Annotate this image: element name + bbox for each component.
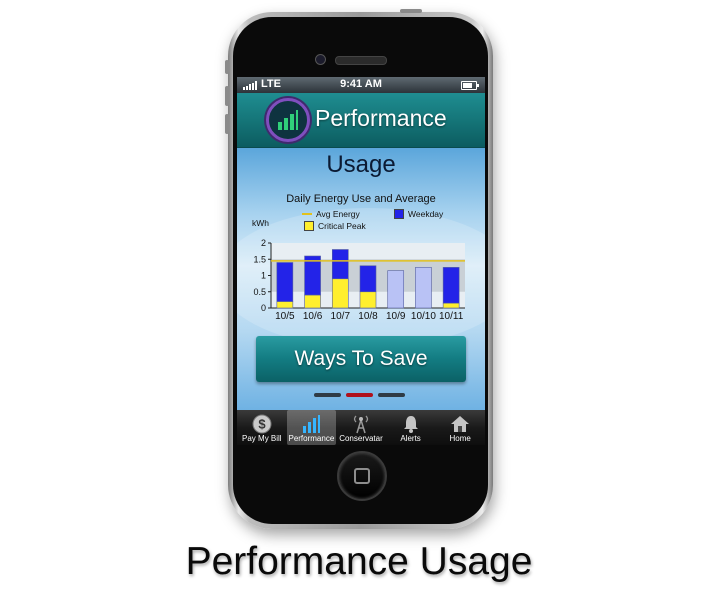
bar-segment	[304, 255, 321, 296]
bar-segment	[331, 278, 349, 309]
home-button-square-icon	[354, 468, 370, 484]
bar-segment	[359, 265, 377, 293]
dollar-coin-icon: $	[250, 413, 274, 434]
tab-label: Home	[449, 434, 471, 443]
legend-weekday: Weekday	[394, 209, 443, 219]
home-icon	[448, 413, 472, 434]
sleep-button	[400, 9, 422, 13]
y-tick-label: 2	[261, 238, 266, 248]
status-time: 9:41 AM	[340, 78, 382, 90]
tab-label: Performance	[288, 434, 335, 443]
y-tick-label: 0	[261, 303, 266, 313]
volume-up-button	[225, 86, 229, 106]
tab-label: Alerts	[400, 434, 421, 443]
volume-down-button	[225, 114, 229, 134]
screen-heading: Usage	[326, 151, 396, 178]
legend-critical-peak: Critical Peak	[304, 221, 366, 231]
app-header: Performance	[237, 93, 485, 148]
bell-icon	[399, 413, 423, 434]
page-dot[interactable]	[378, 393, 405, 397]
bar-segment	[442, 302, 460, 309]
energy-usage-chart: 0 0.5 1 1.5 2 10/5 10/6 10/7 10/8 10/9 10/10 10/11	[253, 238, 465, 322]
legend-label: Critical Peak	[318, 221, 366, 231]
legend-avg-energy: Avg Energy	[302, 209, 360, 219]
x-tick-label: 10/5	[275, 311, 295, 322]
tab-pay-my-bill[interactable]: $ Pay My Bill	[237, 410, 287, 445]
ways-to-save-button[interactable]: Ways To Save	[256, 336, 466, 382]
x-tick-label: 10/9	[386, 311, 406, 322]
phone-screen: LTE 9:41 AM Performance Usage Daily Ener…	[237, 77, 485, 445]
x-tick-label: 10/7	[331, 311, 351, 322]
usage-content: Usage Daily Energy Use and Average Avg E…	[237, 148, 485, 410]
bar-segment	[442, 267, 460, 304]
bar-segment	[331, 249, 349, 280]
radio-tower-icon	[349, 413, 373, 434]
x-tick-label: 10/10	[411, 311, 436, 322]
earpiece-speaker	[335, 56, 387, 65]
home-button[interactable]	[337, 451, 387, 501]
legend-swatch-line	[302, 213, 312, 215]
svg-text:$: $	[258, 416, 266, 431]
legend-swatch-box	[304, 221, 314, 231]
page-indicator	[314, 393, 405, 397]
legend-swatch-box	[394, 209, 404, 219]
tab-conservatar[interactable]: Conservatar	[336, 410, 386, 445]
bar-segment	[304, 294, 321, 309]
battery-icon	[461, 81, 479, 90]
x-tick-label: 10/6	[303, 311, 323, 322]
tab-label: Conservatar	[339, 434, 383, 443]
front-camera	[315, 54, 326, 65]
y-tick-label: 0.5	[253, 287, 266, 297]
y-tick-label: 1	[261, 271, 266, 281]
y-tick-label: 1.5	[253, 254, 266, 264]
page-dot[interactable]	[314, 393, 341, 397]
bar-segment	[359, 291, 377, 309]
bar-segment	[387, 270, 405, 309]
legend-label: Avg Energy	[316, 209, 360, 219]
tab-label: Pay My Bill	[242, 434, 282, 443]
tab-performance[interactable]: Performance	[286, 410, 337, 445]
chart-title: Daily Energy Use and Average	[286, 193, 436, 205]
x-tick-label: 10/11	[439, 311, 464, 322]
ways-to-save-label: Ways To Save	[294, 347, 428, 370]
header-title: Performance	[315, 105, 447, 131]
legend-label: Weekday	[408, 209, 444, 219]
bar-chart-logo-icon	[266, 98, 310, 142]
tab-home[interactable]: Home	[435, 410, 485, 445]
x-tick-label: 10/8	[358, 311, 378, 322]
page-caption: Performance Usage	[185, 540, 533, 583]
bar-chart-icon	[299, 413, 323, 434]
page-dot-active[interactable]	[346, 393, 373, 397]
bar-segment	[415, 267, 432, 309]
mute-switch	[225, 60, 229, 74]
tab-bar: $ Pay My Bill Performance Conservatar Al…	[237, 410, 485, 445]
bar-segment	[276, 262, 294, 302]
bar-segment	[276, 301, 294, 309]
y-axis-unit-label: kWh	[252, 218, 269, 228]
tab-alerts[interactable]: Alerts	[386, 410, 436, 445]
status-bar: LTE 9:41 AM	[237, 77, 485, 93]
